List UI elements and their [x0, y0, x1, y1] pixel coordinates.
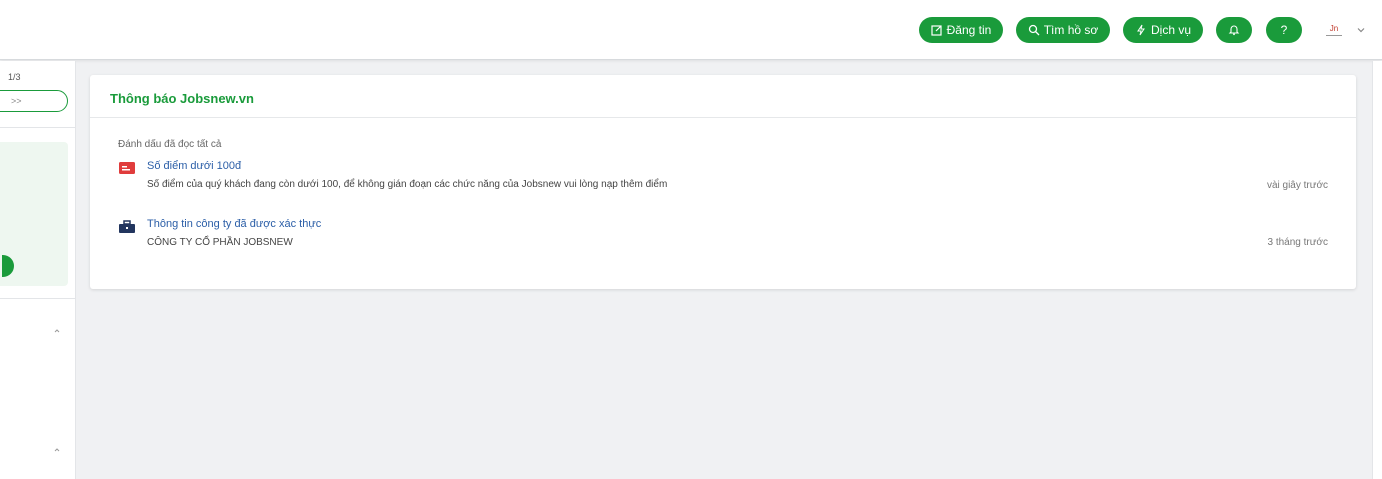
- scrollbar[interactable]: [1372, 61, 1382, 479]
- pager-text: 1/3: [8, 72, 21, 82]
- avatar-initials: Jn: [1329, 23, 1339, 33]
- bell-icon: [1228, 25, 1240, 36]
- sidebar-divider: [0, 127, 76, 128]
- post-job-label: Đăng tin: [946, 23, 992, 37]
- sidebar: 1/3 >>: [0, 61, 76, 479]
- notification-body: CÔNG TY CỔ PHẦN JOBSNEW: [147, 237, 293, 248]
- chevron-up-icon[interactable]: [52, 446, 62, 454]
- notification-title[interactable]: Thông tin công ty đã được xác thực: [147, 218, 321, 230]
- sidebar-divider: [0, 298, 76, 299]
- panel-divider: [90, 117, 1356, 118]
- notifications-button[interactable]: [1216, 17, 1252, 43]
- notification-title[interactable]: Số điểm dưới 100đ: [147, 160, 241, 172]
- chevron-down-icon[interactable]: [1356, 25, 1366, 35]
- card-icon: [119, 162, 135, 174]
- next-page-label: >>: [11, 96, 22, 106]
- avatar-underline: [1326, 34, 1342, 36]
- notification-time: 3 tháng trước: [1267, 237, 1328, 248]
- notification-body: Số điểm của quý khách đang còn dưới 100,…: [147, 179, 668, 190]
- search-icon: [1028, 24, 1040, 36]
- mark-all-read-link[interactable]: Đánh dấu đã đọc tất cả: [118, 139, 221, 150]
- help-label: ?: [1280, 23, 1288, 37]
- search-cv-button[interactable]: Tìm hồ sơ: [1016, 17, 1110, 43]
- briefcase-icon: [119, 220, 135, 233]
- search-cv-label: Tìm hồ sơ: [1043, 23, 1099, 37]
- notification-time: vài giây trước: [1266, 180, 1328, 191]
- edit-icon: [931, 25, 942, 36]
- lightning-icon: [1137, 24, 1145, 36]
- post-job-button[interactable]: Đăng tin: [919, 17, 1003, 43]
- services-label: Dịch vụ: [1150, 23, 1191, 37]
- services-button[interactable]: Dịch vụ: [1123, 17, 1203, 43]
- avatar[interactable]: Jn: [1322, 20, 1346, 40]
- notification-panel: Thông báo Jobsnew.vn Đánh dấu đã đọc tất…: [90, 75, 1356, 289]
- next-page-button[interactable]: >>: [0, 90, 68, 112]
- chevron-up-icon[interactable]: [52, 327, 62, 335]
- help-button[interactable]: ?: [1266, 17, 1302, 43]
- panel-title: Thông báo Jobsnew.vn: [110, 91, 254, 106]
- top-header: Đăng tin Tìm hồ sơ Dịch vụ ? Jn: [0, 0, 1382, 60]
